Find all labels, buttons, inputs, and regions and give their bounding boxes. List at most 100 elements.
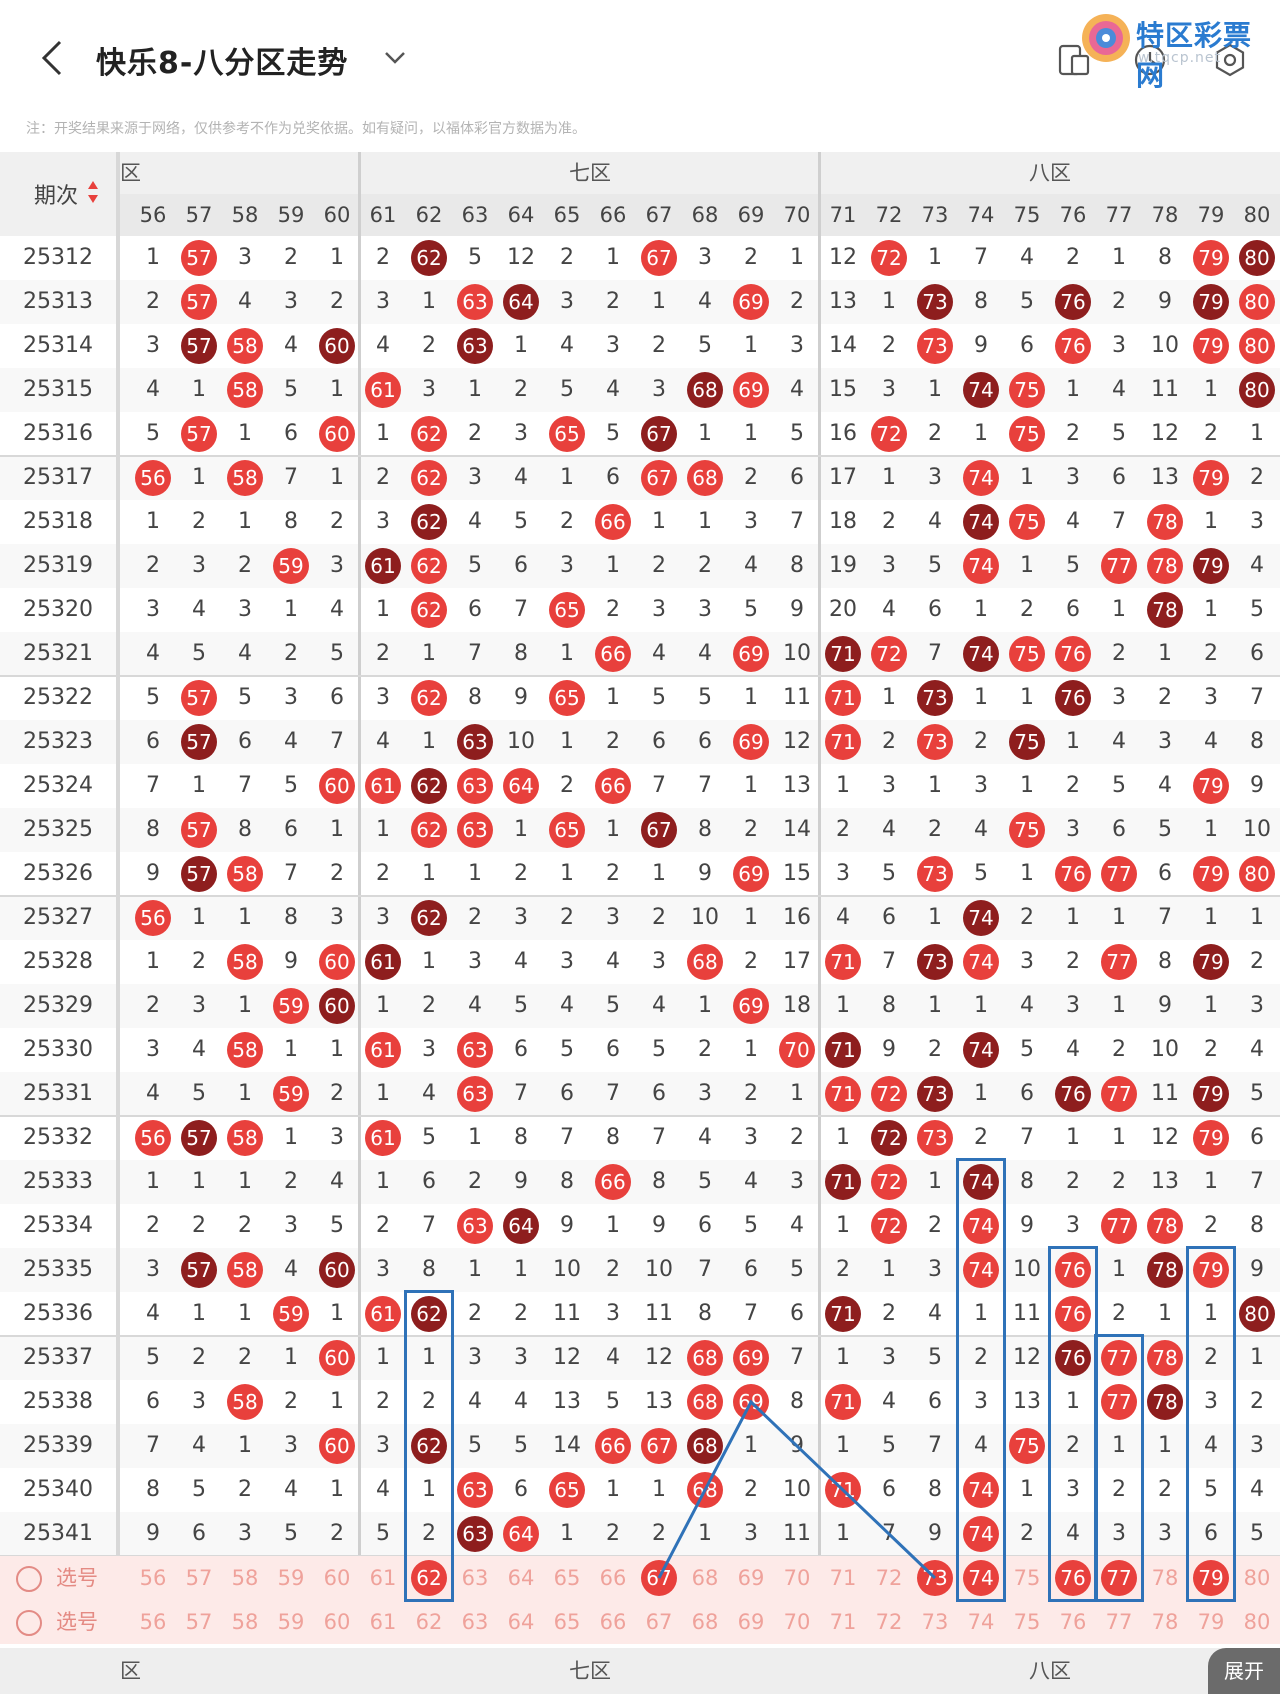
pick-number-option[interactable]: 71 (820, 1600, 866, 1644)
back-arrow-icon[interactable] (34, 38, 70, 78)
miss-count-cell: 1 (238, 1081, 252, 1106)
drawn-number-ball: 60 (314, 1424, 360, 1468)
period-column-header[interactable]: 期次 (0, 152, 120, 236)
ball-68: 68 (687, 460, 723, 496)
pick-number-option[interactable]: 78 (1142, 1600, 1188, 1644)
pick-number-option[interactable]: 69 (728, 1556, 774, 1600)
pick-number-option[interactable]: 68 (682, 1600, 728, 1644)
pick-number-option[interactable]: 72 (866, 1600, 912, 1644)
picker-radio[interactable] (16, 1610, 42, 1636)
drawn-number-ball: 62 (406, 456, 452, 500)
miss-count-cell: 2 (1112, 289, 1126, 314)
picked-number[interactable]: 67 (636, 1556, 682, 1600)
pick-number-option[interactable]: 57 (176, 1600, 222, 1644)
pick-number-option[interactable]: 74 (958, 1600, 1004, 1644)
ball-71: 71 (825, 944, 861, 980)
pick-number-option[interactable]: 75 (1004, 1600, 1050, 1644)
pick-number-option[interactable]: 56 (130, 1556, 176, 1600)
pick-number-option[interactable]: 59 (268, 1556, 314, 1600)
pick-number-option[interactable]: 70 (774, 1556, 820, 1600)
miss-count-cell: 1 (330, 377, 344, 402)
period-cell: 25336 (0, 1292, 120, 1336)
pick-number-option[interactable]: 61 (360, 1600, 406, 1644)
pick-number-option[interactable]: 72 (866, 1556, 912, 1600)
pick-number-option[interactable]: 65 (544, 1556, 590, 1600)
ball-72: 72 (871, 1120, 907, 1156)
miss-count-cell: 1 (192, 905, 206, 930)
pick-number-option[interactable]: 66 (590, 1556, 636, 1600)
pick-number-option[interactable]: 58 (222, 1600, 268, 1644)
pick-number-option[interactable]: 68 (682, 1556, 728, 1600)
miss-count-cell: 11 (1151, 1081, 1179, 1106)
miss-count-cell: 1 (1112, 1257, 1126, 1282)
miss-count-cell: 1 (698, 1521, 712, 1546)
miss-count-cell: 6 (1112, 465, 1126, 490)
miss-count-cell: 7 (606, 1081, 620, 1106)
pick-number-option[interactable]: 78 (1142, 1556, 1188, 1600)
ball-69: 69 (733, 724, 769, 760)
sort-icon[interactable] (86, 178, 100, 206)
miss-count-cell: 6 (560, 1081, 574, 1106)
miss-count-cell: 1 (330, 817, 344, 842)
miss-count-cell: 2 (1112, 1037, 1126, 1062)
pick-number-option[interactable]: 73 (912, 1600, 958, 1644)
picked-number[interactable]: 73 (912, 1556, 958, 1600)
number-picker-row: 选号 56 57 58 59 60 61 62 63 64 65 66 67 68 69 70 71 72 73 74… (0, 1600, 1280, 1644)
miss-count-cell: 1 (422, 729, 436, 754)
chevron-down-icon[interactable] (380, 40, 410, 76)
pick-number-option[interactable]: 58 (222, 1556, 268, 1600)
drawn-number-ball: 61 (360, 368, 406, 412)
pick-number-option[interactable]: 59 (268, 1600, 314, 1644)
pick-number-option[interactable]: 57 (176, 1556, 222, 1600)
drawn-number-ball: 67 (636, 412, 682, 456)
drawn-number-ball: 79 (1188, 280, 1234, 324)
pick-number-option[interactable]: 61 (360, 1556, 406, 1600)
pick-number-option[interactable]: 69 (728, 1600, 774, 1644)
miss-count-cell: 11 (553, 1301, 581, 1326)
miss-count-cell: 4 (606, 949, 620, 974)
pick-number-option[interactable]: 63 (452, 1600, 498, 1644)
miss-count-cell: 8 (790, 1389, 804, 1414)
miss-count-cell: 5 (744, 1213, 758, 1238)
miss-count-cell: 3 (882, 553, 896, 578)
pick-number-option[interactable]: 63 (452, 1556, 498, 1600)
miss-count-cell: 10 (783, 1477, 811, 1502)
miss-count-cell: 3 (376, 289, 390, 314)
zone-label: 八区 (1029, 161, 1071, 185)
miss-count-cell: 1 (192, 465, 206, 490)
ball-72: 72 (871, 1164, 907, 1200)
pick-number-option[interactable]: 56 (130, 1600, 176, 1644)
pick-number-option[interactable]: 75 (1004, 1556, 1050, 1600)
picker-label: 选号 (56, 1610, 98, 1634)
pick-number-option[interactable]: 70 (774, 1600, 820, 1644)
pick-number-option[interactable]: 76 (1050, 1600, 1096, 1644)
pick-number-option[interactable]: 66 (590, 1600, 636, 1644)
miss-count-cell: 4 (790, 377, 804, 402)
pick-number-option[interactable]: 64 (498, 1556, 544, 1600)
pick-number-option[interactable]: 80 (1234, 1600, 1280, 1644)
pick-number-option[interactable]: 65 (544, 1600, 590, 1644)
pick-number-option[interactable]: 71 (820, 1556, 866, 1600)
picker-radio[interactable] (16, 1566, 42, 1592)
pick-number-option[interactable]: 60 (314, 1600, 360, 1644)
pick-number-option[interactable]: 64 (498, 1600, 544, 1644)
miss-count-cell: 2 (1020, 1521, 1034, 1546)
pick-number-option[interactable]: 77 (1096, 1600, 1142, 1644)
ball-73: 73 (917, 284, 953, 320)
miss-count-cell: 2 (1204, 641, 1218, 666)
picked-ball-73[interactable]: 73 (917, 1560, 953, 1596)
period-cell: 25341 (0, 1512, 120, 1556)
miss-count-cell: 2 (882, 509, 896, 534)
picked-ball-67[interactable]: 67 (641, 1560, 677, 1596)
miss-count-cell: 2 (192, 1345, 206, 1370)
ball-60: 60 (319, 1252, 355, 1288)
pick-number-option[interactable]: 62 (406, 1600, 452, 1644)
pick-number-option[interactable]: 67 (636, 1600, 682, 1644)
miss-count-cell: 1 (1204, 597, 1218, 622)
pick-number-option[interactable]: 79 (1188, 1600, 1234, 1644)
expand-button[interactable]: 展开 (1208, 1648, 1280, 1694)
miss-count-cell: 3 (1020, 949, 1034, 974)
pick-number-option[interactable]: 60 (314, 1556, 360, 1600)
miss-count-cell: 1 (1020, 685, 1034, 710)
pick-number-option[interactable]: 80 (1234, 1556, 1280, 1600)
